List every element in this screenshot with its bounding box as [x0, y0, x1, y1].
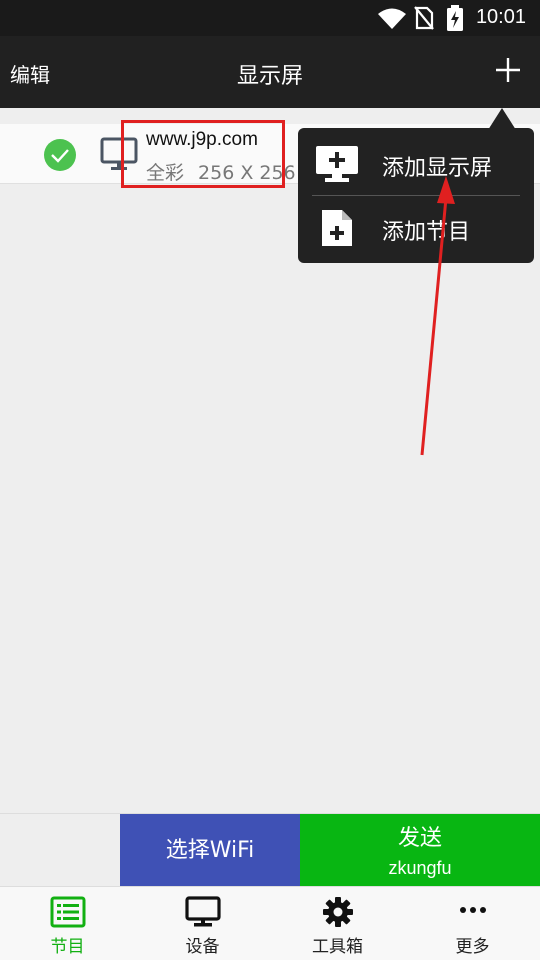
send-sublabel: zkungfu: [388, 858, 452, 878]
wifi-icon: [378, 8, 406, 29]
app-bar: 编辑 显示屏: [0, 36, 540, 108]
check-circle-icon[interactable]: [44, 139, 76, 171]
add-display-icon: [316, 146, 358, 182]
action-bar: 选择WiFi 发送 zkungfu: [0, 813, 540, 887]
bottom-nav: 节目 设备 工具箱 更多: [0, 886, 540, 960]
list-icon: [50, 896, 85, 928]
tab-programs[interactable]: 节目: [0, 887, 135, 960]
gear-icon: [322, 897, 353, 927]
tab-label: 节目: [50, 937, 85, 957]
more-dots-icon: [459, 907, 486, 913]
tab-devices[interactable]: 设备: [135, 887, 270, 960]
plus-icon[interactable]: [494, 56, 522, 84]
page-title: 显示屏: [236, 64, 303, 89]
annotation-highlight-box: [121, 120, 285, 188]
send-button[interactable]: 发送 zkungfu: [300, 814, 540, 887]
tab-label: 设备: [185, 937, 220, 957]
monitor-icon: [184, 896, 221, 927]
no-sim-icon: [414, 6, 434, 30]
menu-item-add-program[interactable]: 添加节目: [298, 196, 534, 258]
status-bar: 10:01: [0, 0, 540, 36]
menu-item-label: 添加显示屏: [382, 156, 493, 181]
send-label: 发送: [397, 826, 442, 851]
add-file-icon: [322, 210, 352, 246]
menu-item-add-display[interactable]: 添加显示屏: [298, 132, 534, 194]
popup-pointer: [488, 108, 516, 130]
add-popup-menu: 添加显示屏 添加节目: [298, 128, 534, 263]
menu-item-label: 添加节目: [382, 220, 471, 245]
select-wifi-button[interactable]: 选择WiFi: [120, 814, 300, 887]
tab-toolbox[interactable]: 工具箱: [270, 887, 405, 960]
tab-more[interactable]: 更多: [405, 887, 540, 960]
battery-charging-icon: [447, 5, 463, 31]
tab-label: 工具箱: [312, 937, 363, 957]
tab-label: 更多: [455, 937, 490, 957]
clock: 10:01: [475, 6, 526, 28]
